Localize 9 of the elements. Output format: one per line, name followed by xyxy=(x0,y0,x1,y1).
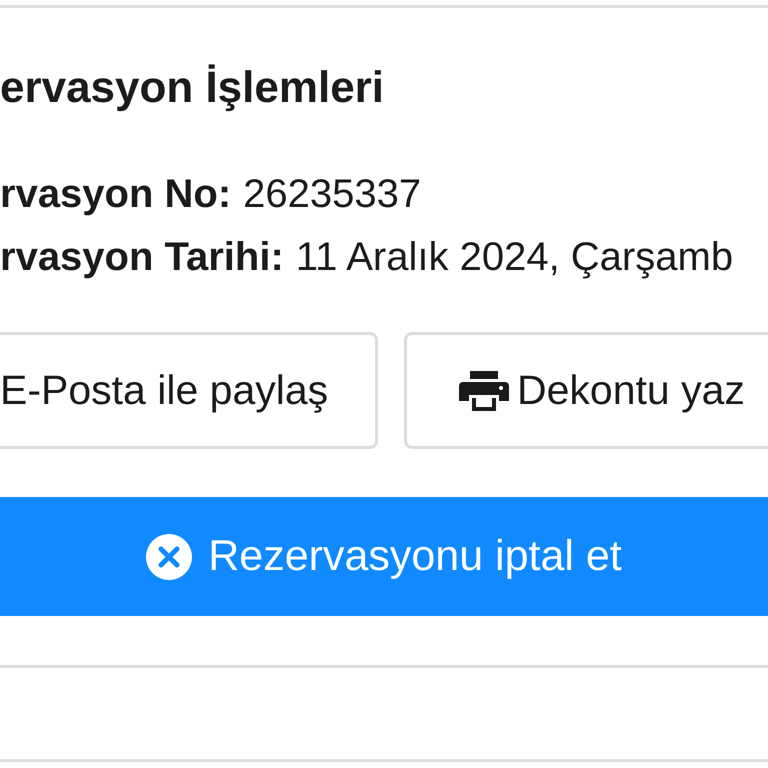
close-circle-icon xyxy=(146,534,192,580)
detail-value: 11 Aralık 2024, Çarşamb xyxy=(296,235,734,279)
print-receipt-button[interactable]: Dekontu yaz xyxy=(404,332,768,449)
printer-icon xyxy=(459,370,509,410)
section-title: ervasyon İşlemleri xyxy=(0,66,384,110)
detail-value: 26235337 xyxy=(243,172,422,216)
share-email-button[interactable]: E-Posta ile paylaş xyxy=(0,332,378,449)
detail-label: rvasyon No: xyxy=(0,172,232,216)
detail-label: rvasyon Tarihi: xyxy=(0,235,284,279)
